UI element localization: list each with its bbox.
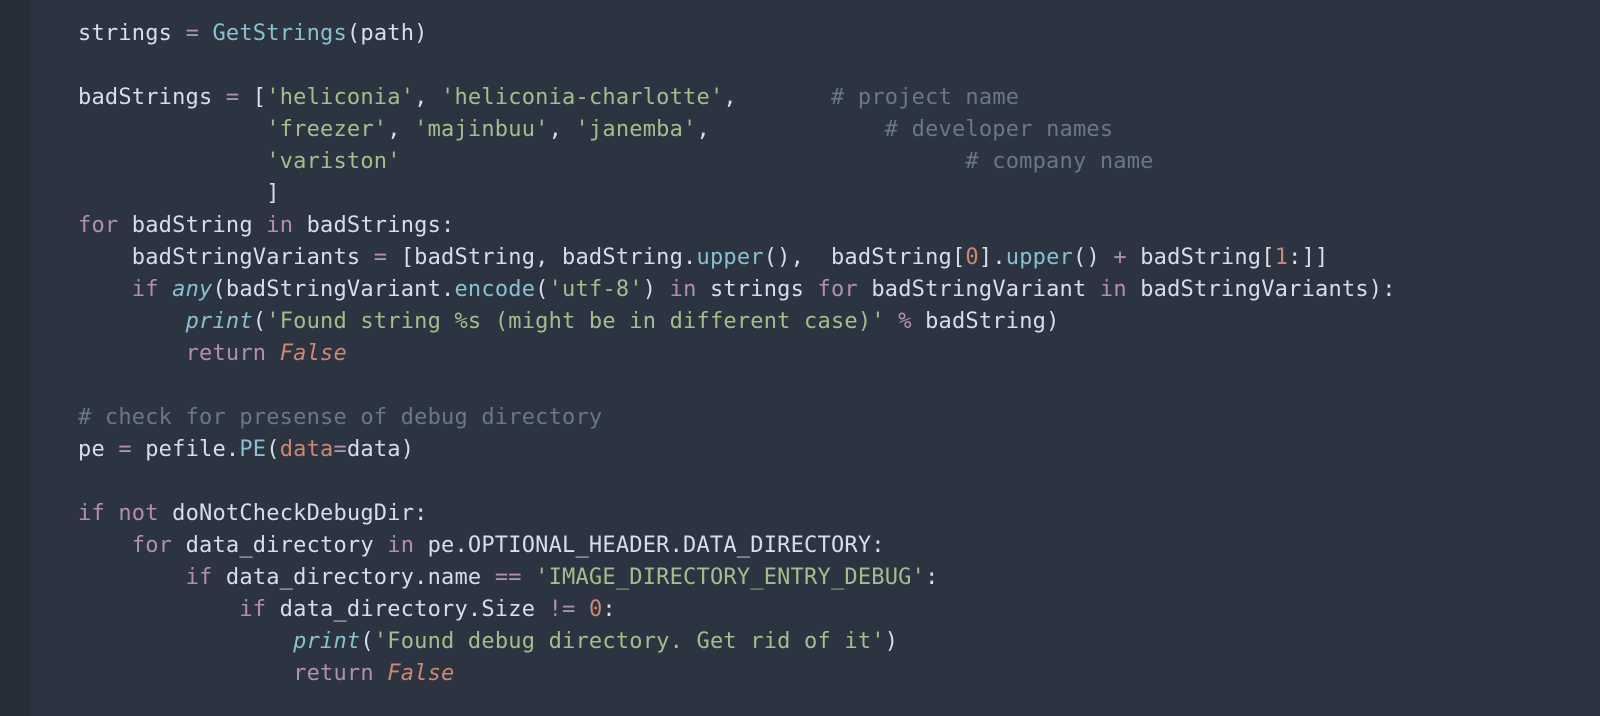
- code-line: badStrings = ['heliconia', 'heliconia-ch…: [78, 85, 1019, 110]
- code-line: 'variston' # company name: [78, 149, 1154, 174]
- code-line: if data_directory.Size != 0:: [78, 597, 616, 622]
- code-line: if any(badStringVariant.encode('utf-8') …: [78, 277, 1396, 302]
- code-line: for data_directory in pe.OPTIONAL_HEADER…: [78, 533, 885, 558]
- code-line: badStringVariants = [badString, badStrin…: [78, 245, 1329, 270]
- code-line: return False: [78, 341, 347, 366]
- code-line: print('Found string %s (might be in diff…: [78, 309, 1060, 334]
- code-line: pe = pefile.PE(data=data): [78, 437, 414, 462]
- editor-gutter: [0, 0, 30, 716]
- code-editor[interactable]: strings = GetStrings(path) badStrings = …: [0, 0, 1600, 690]
- code-line: for badString in badStrings:: [78, 213, 454, 238]
- code-line: # check for presense of debug directory: [78, 405, 602, 430]
- code-line: print('Found debug directory. Get rid of…: [78, 629, 898, 654]
- code-line: if not doNotCheckDebugDir:: [78, 501, 428, 526]
- code-line: strings = GetStrings(path): [78, 21, 428, 46]
- code-line: ]: [78, 181, 280, 206]
- code-line: 'freezer', 'majinbuu', 'janemba', # deve…: [78, 117, 1113, 142]
- code-line: if data_directory.name == 'IMAGE_DIRECTO…: [78, 565, 939, 590]
- code-line: return False: [78, 661, 454, 686]
